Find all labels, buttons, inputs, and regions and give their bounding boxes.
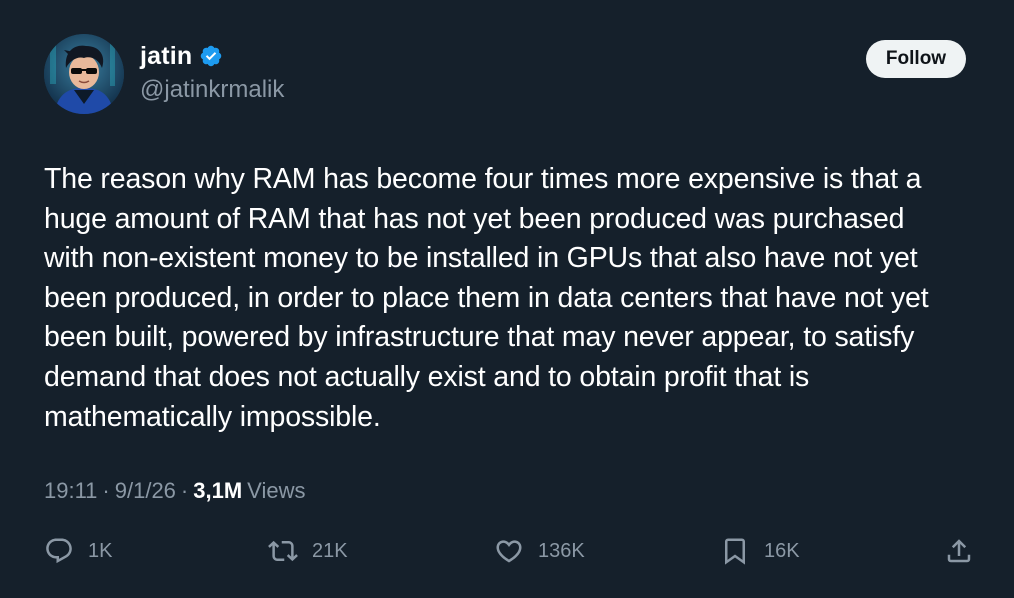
bookmark-count: 16K <box>764 539 800 562</box>
name-row: jatin <box>140 40 284 72</box>
avatar-icon <box>44 34 124 114</box>
repost-icon <box>268 540 298 562</box>
tweet-date[interactable]: 9/1/26 <box>115 478 176 504</box>
share-icon <box>947 539 971 563</box>
bookmark-icon <box>725 538 745 565</box>
action-bar: 1K 21K 136K 16K <box>44 533 974 569</box>
reply-button[interactable]: 1K <box>44 533 112 569</box>
verified-badge-icon <box>199 44 223 68</box>
tweet-header: jatin @jatinkrmalik Follow <box>44 34 966 114</box>
share-button[interactable] <box>944 533 974 569</box>
tweet-card: jatin @jatinkrmalik Follow The reason wh… <box>0 0 1014 598</box>
reply-count: 1K <box>88 539 113 562</box>
avatar[interactable] <box>44 34 124 114</box>
views-label: Views <box>247 478 306 503</box>
user-handle[interactable]: @jatinkrmalik <box>140 76 284 104</box>
repost-count: 21K <box>312 539 348 562</box>
meta-separator: · <box>102 478 110 503</box>
follow-button[interactable]: Follow <box>866 40 966 78</box>
tweet-meta: 19:11 · 9/1/26 · 3,1M Views <box>44 478 305 504</box>
bookmark-button[interactable]: 16K <box>720 533 800 569</box>
reply-icon <box>46 538 72 564</box>
like-count: 136K <box>538 539 585 562</box>
meta-separator: · <box>180 478 189 503</box>
author-info: jatin @jatinkrmalik <box>140 40 284 104</box>
like-button[interactable]: 136K <box>494 533 585 569</box>
tweet-text: The reason why RAM has become four times… <box>44 163 929 433</box>
views-count: 3,1M <box>193 478 243 503</box>
heart-icon <box>496 540 522 563</box>
tweet-time[interactable]: 19:11 <box>44 478 97 504</box>
display-name[interactable]: jatin <box>140 42 192 71</box>
repost-button[interactable]: 21K <box>268 533 348 569</box>
